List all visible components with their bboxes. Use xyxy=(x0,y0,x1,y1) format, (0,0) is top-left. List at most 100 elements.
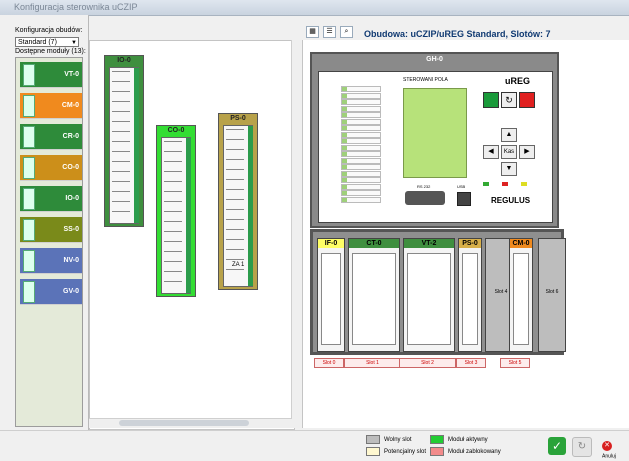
module-item[interactable]: CO-0 xyxy=(20,155,82,181)
slot[interactable]: CM-0 xyxy=(509,238,533,352)
terminal-line xyxy=(164,181,182,182)
arrow-down-icon[interactable]: ▼ xyxy=(501,162,517,176)
module-item[interactable]: CM-0 xyxy=(20,93,82,119)
apply-icon[interactable]: ↻ xyxy=(572,437,592,457)
module-item[interactable]: VT-0 xyxy=(20,62,82,88)
module-item[interactable]: SS-0 xyxy=(20,217,82,243)
led-row xyxy=(341,92,381,99)
terminal-line xyxy=(164,211,182,212)
led-indicator xyxy=(342,145,347,150)
zoom-icon[interactable]: ⌕ xyxy=(340,26,353,38)
module-item[interactable]: NV-0 xyxy=(20,248,82,274)
terminal-line xyxy=(226,129,244,130)
terminal-line xyxy=(112,151,130,152)
terminal-strip xyxy=(134,68,139,223)
slot[interactable]: CT-0 xyxy=(348,238,400,352)
module-name: NV-0 xyxy=(63,257,79,264)
terminal-line xyxy=(164,241,182,242)
terminal-line xyxy=(112,141,130,142)
terminal-line xyxy=(226,179,244,180)
module-item[interactable]: CR-0 xyxy=(20,124,82,150)
slot-body xyxy=(407,253,451,345)
terminal-line xyxy=(164,171,182,172)
led-row xyxy=(341,99,381,105)
rs232-port xyxy=(405,191,445,205)
gh-module[interactable]: GH-0 STEROWANI POLA uREG ↻ ▲ ◀ Kas ▶ ▼ R… xyxy=(310,52,559,228)
kas-button[interactable]: Kas xyxy=(501,145,517,159)
design-canvas[interactable]: IO-0 CO-0 PS-0 ZA 1 xyxy=(89,40,295,430)
status-led-red xyxy=(502,182,508,186)
arrow-right-icon[interactable]: ▶ xyxy=(519,145,535,159)
legend-item: Moduł zablokowany xyxy=(430,447,501,456)
legend-swatch xyxy=(366,447,380,456)
terminal-line xyxy=(226,249,244,250)
module-icon xyxy=(23,188,35,210)
slot[interactable]: Slot 6 xyxy=(538,238,566,352)
terminal-line xyxy=(226,199,244,200)
status-led-yellow xyxy=(521,182,527,186)
config-value: Standard (7) xyxy=(18,39,57,46)
slot-label: Slot 3 xyxy=(456,358,486,368)
arrow-up-icon[interactable]: ▲ xyxy=(501,128,517,142)
slot-label: Slot 1 xyxy=(344,358,401,368)
terminal-line xyxy=(112,211,130,212)
terminal-strip xyxy=(248,126,253,286)
slot-body xyxy=(352,253,396,345)
slot[interactable]: VT-2 xyxy=(403,238,455,352)
slot-rack: IF-0 CT-0 VT-2 PS-0 Slot 4 CM-0 Slot 6 xyxy=(310,229,566,355)
led-row xyxy=(341,125,381,131)
led-indicator xyxy=(342,158,347,163)
terminal-line xyxy=(164,151,182,152)
terminal-line xyxy=(226,229,244,230)
canvas-horizontal-scrollbar[interactable] xyxy=(89,418,292,428)
terminal-line xyxy=(164,201,182,202)
module-card[interactable]: CO-0 xyxy=(156,125,196,297)
slot-body xyxy=(462,253,478,345)
grid-icon[interactable]: ▦ xyxy=(306,26,319,38)
terminal-line xyxy=(226,189,244,190)
regulus-logo: REGULUS xyxy=(491,196,531,205)
module-item[interactable]: IO-0 xyxy=(20,186,82,212)
module-item[interactable]: GV-0 xyxy=(20,279,82,305)
slot[interactable]: PS-0 xyxy=(458,238,482,352)
terminal-line xyxy=(112,131,130,132)
module-icon xyxy=(23,64,35,86)
config-select[interactable]: Standard (7) ▼ xyxy=(15,37,79,47)
led-indicator xyxy=(342,178,347,182)
stop-button[interactable] xyxy=(519,92,535,108)
led-row xyxy=(341,183,381,190)
led-row xyxy=(341,190,381,196)
start-button[interactable] xyxy=(483,92,499,108)
card-body: ZA 1 xyxy=(223,125,253,287)
refresh-icon[interactable]: ↻ xyxy=(501,92,517,108)
module-name: CO-0 xyxy=(62,164,79,171)
ok-button[interactable]: ✓ xyxy=(548,437,566,455)
led-row xyxy=(341,131,381,138)
scroll-thumb[interactable] xyxy=(119,420,249,426)
led-row xyxy=(341,151,381,157)
module-list: VT-0 CM-0 CR-0 CO-0 IO-0 SS-0 NV-0 GV-0 xyxy=(15,57,83,427)
canvas-vertical-scrollbar[interactable] xyxy=(291,40,301,428)
module-icon xyxy=(23,281,35,303)
legend-swatch xyxy=(430,447,444,456)
legend-swatch xyxy=(430,435,444,444)
arrow-left-icon[interactable]: ◀ xyxy=(483,145,499,159)
slot-label: Slot 2 xyxy=(399,358,456,368)
terminal-line xyxy=(164,191,182,192)
slot-title: IF-0 xyxy=(318,239,344,248)
slot[interactable]: IF-0 xyxy=(317,238,345,352)
cancel-button[interactable]: ✕ Anuluj xyxy=(602,437,628,460)
module-card[interactable]: PS-0 ZA 1 xyxy=(218,113,258,290)
module-name: GV-0 xyxy=(63,288,79,295)
terminal-line xyxy=(112,111,130,112)
module-icon xyxy=(23,219,35,241)
terminal-line xyxy=(112,181,130,182)
module-card[interactable]: IO-0 xyxy=(104,55,144,227)
ps-label: ZA 1 xyxy=(232,262,245,268)
led-indicator xyxy=(342,197,347,202)
list-icon[interactable]: ☰ xyxy=(323,26,336,38)
led-row xyxy=(341,118,381,125)
slot-title: CM-0 xyxy=(510,239,532,248)
chevron-down-icon: ▼ xyxy=(71,40,77,46)
led-indicator xyxy=(342,132,347,137)
